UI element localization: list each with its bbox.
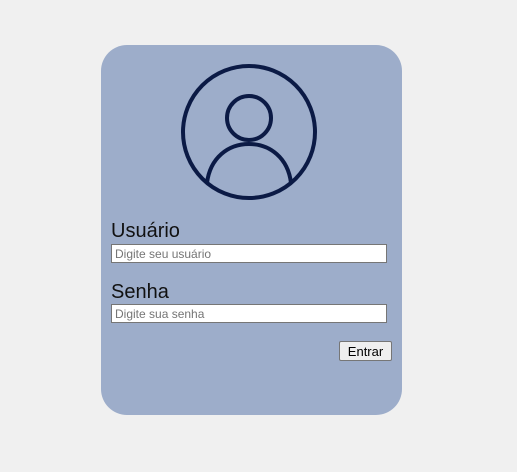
password-input[interactable] (111, 304, 387, 323)
login-button[interactable]: Entrar (339, 341, 392, 361)
user-circle-icon (181, 64, 317, 200)
password-label: Senha (111, 281, 169, 303)
username-input[interactable] (111, 244, 387, 263)
username-label: Usuário (111, 220, 180, 242)
login-card: Usuário Senha Entrar (101, 45, 402, 415)
